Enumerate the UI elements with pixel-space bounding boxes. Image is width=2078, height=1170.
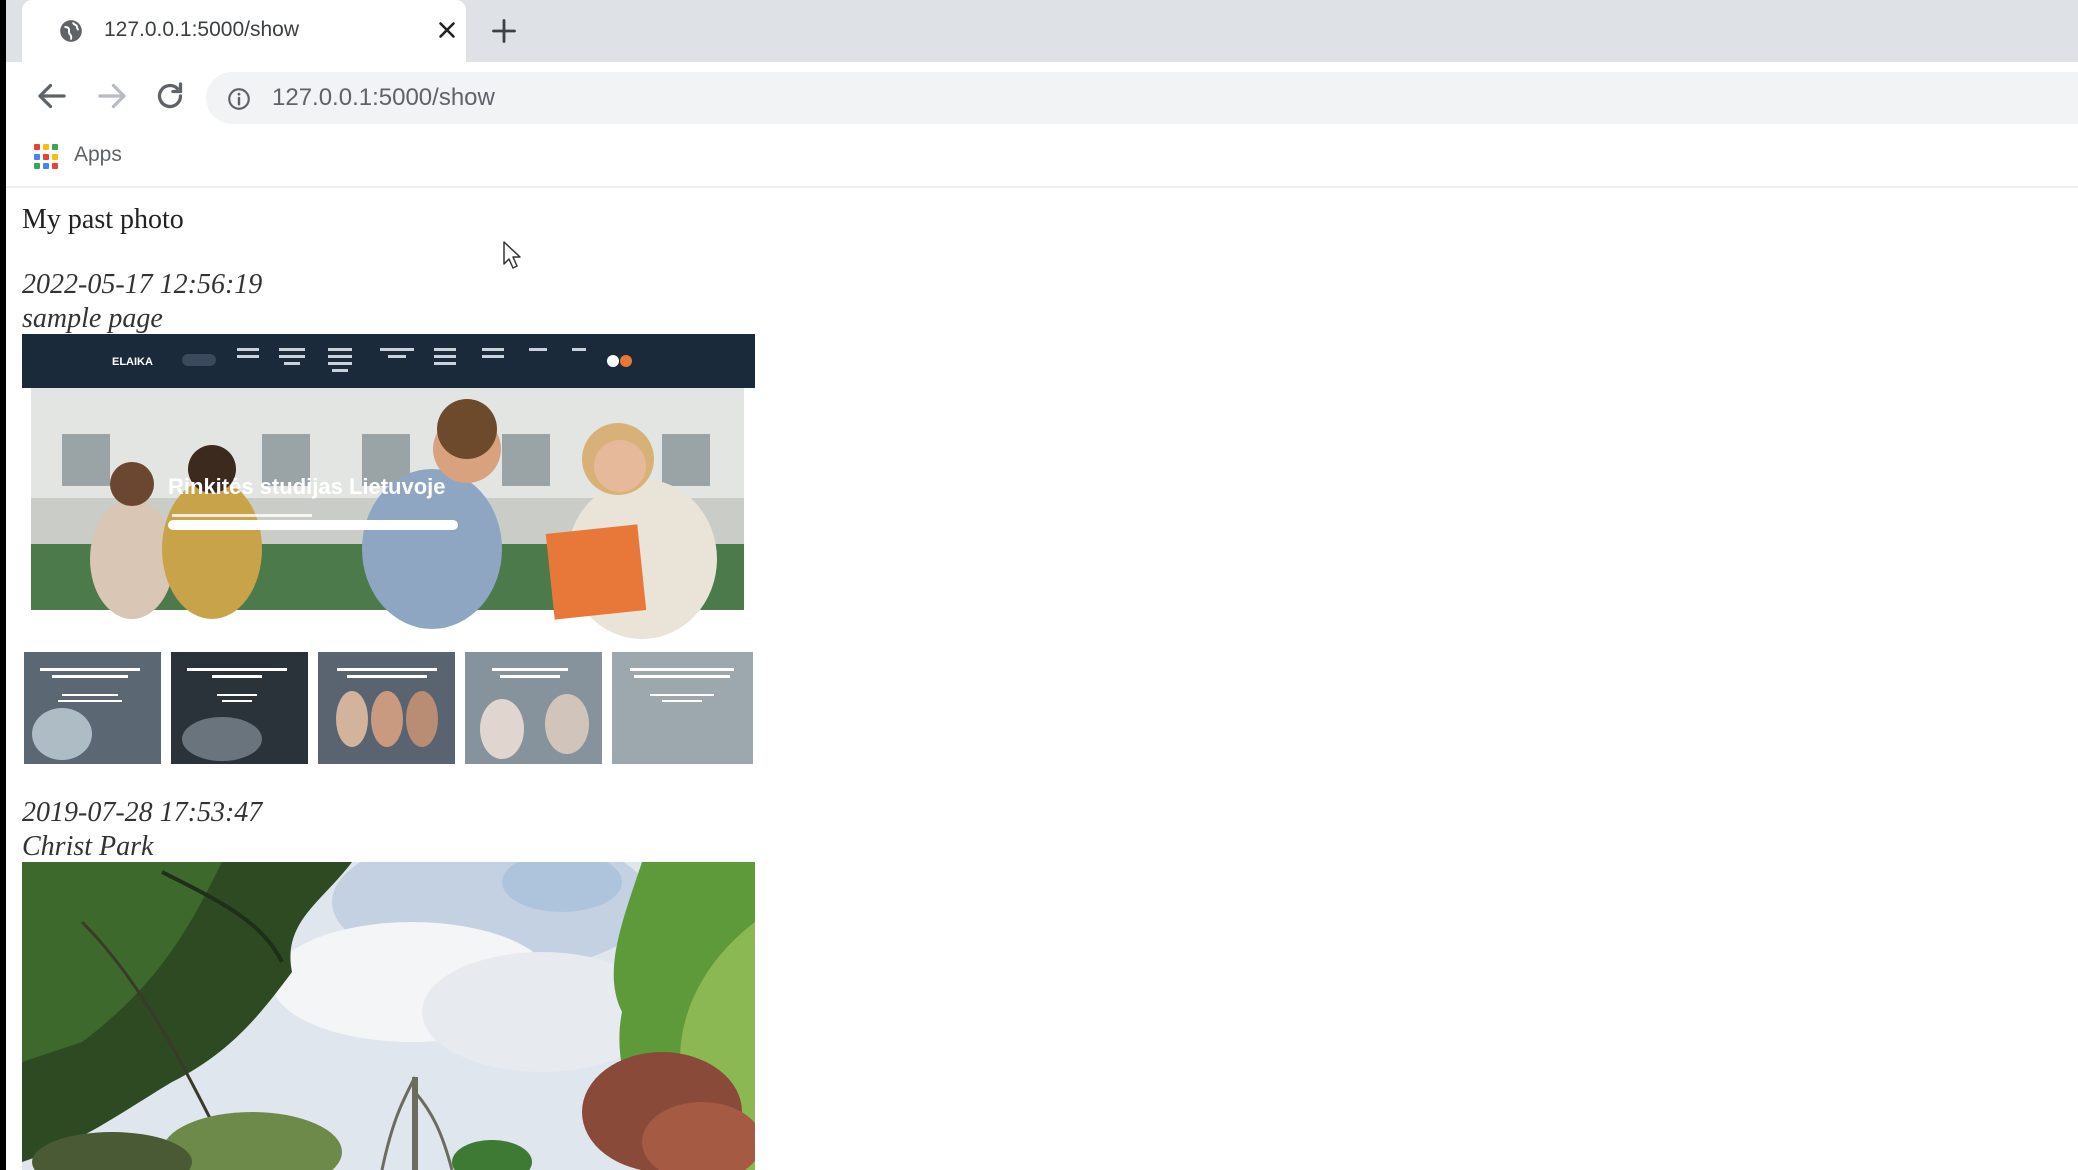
page-content: My past photo 2022-05-17 12:56:19 sample… xyxy=(6,190,2078,1170)
tab-title: 127.0.0.1:5000/show xyxy=(104,18,299,41)
page-title: My past photo xyxy=(22,204,184,235)
website-screenshot-image: ELAIKA Rinkitės studijas Lietuvoje xyxy=(22,334,755,766)
browser-window: 127.0.0.1:5000/show 127.0.0.1:5000/show … xyxy=(6,0,2078,1170)
bookmarks-bar: Apps xyxy=(6,134,2078,188)
back-arrow-icon[interactable] xyxy=(34,78,70,114)
entry-title: sample page xyxy=(22,303,163,334)
entry-timestamp: 2022-05-17 12:56:19 xyxy=(22,269,263,300)
browser-toolbar: 127.0.0.1:5000/show xyxy=(6,62,2078,134)
sample-page-photo: ELAIKA Rinkitės studijas Lietuvoje xyxy=(22,334,755,766)
active-tab[interactable]: 127.0.0.1:5000/show xyxy=(22,0,466,62)
mouse-cursor-icon xyxy=(503,241,521,269)
forward-arrow-icon[interactable] xyxy=(94,78,130,114)
entry-timestamp: 2019-07-28 17:53:47 xyxy=(22,797,263,828)
entry-title: Christ Park xyxy=(22,831,154,862)
christ-park-photo xyxy=(22,862,755,1170)
tab-strip: 127.0.0.1:5000/show xyxy=(6,0,2078,62)
hero-heading: Rinkitės studijas Lietuvoje xyxy=(168,474,446,499)
reload-icon[interactable] xyxy=(152,78,188,114)
url-text[interactable]: 127.0.0.1:5000/show xyxy=(272,84,495,112)
park-trees-image xyxy=(22,862,755,1170)
apps-grid-icon[interactable] xyxy=(34,144,60,170)
feature-cards xyxy=(24,652,753,764)
new-tab-icon[interactable] xyxy=(490,17,518,45)
address-bar[interactable]: 127.0.0.1:5000/show xyxy=(206,72,2078,124)
bookmark-apps-label[interactable]: Apps xyxy=(74,143,122,167)
globe-icon xyxy=(60,20,82,42)
close-tab-icon[interactable] xyxy=(434,17,460,43)
info-icon[interactable] xyxy=(226,86,252,112)
site-brand: ELAIKA xyxy=(112,356,153,368)
